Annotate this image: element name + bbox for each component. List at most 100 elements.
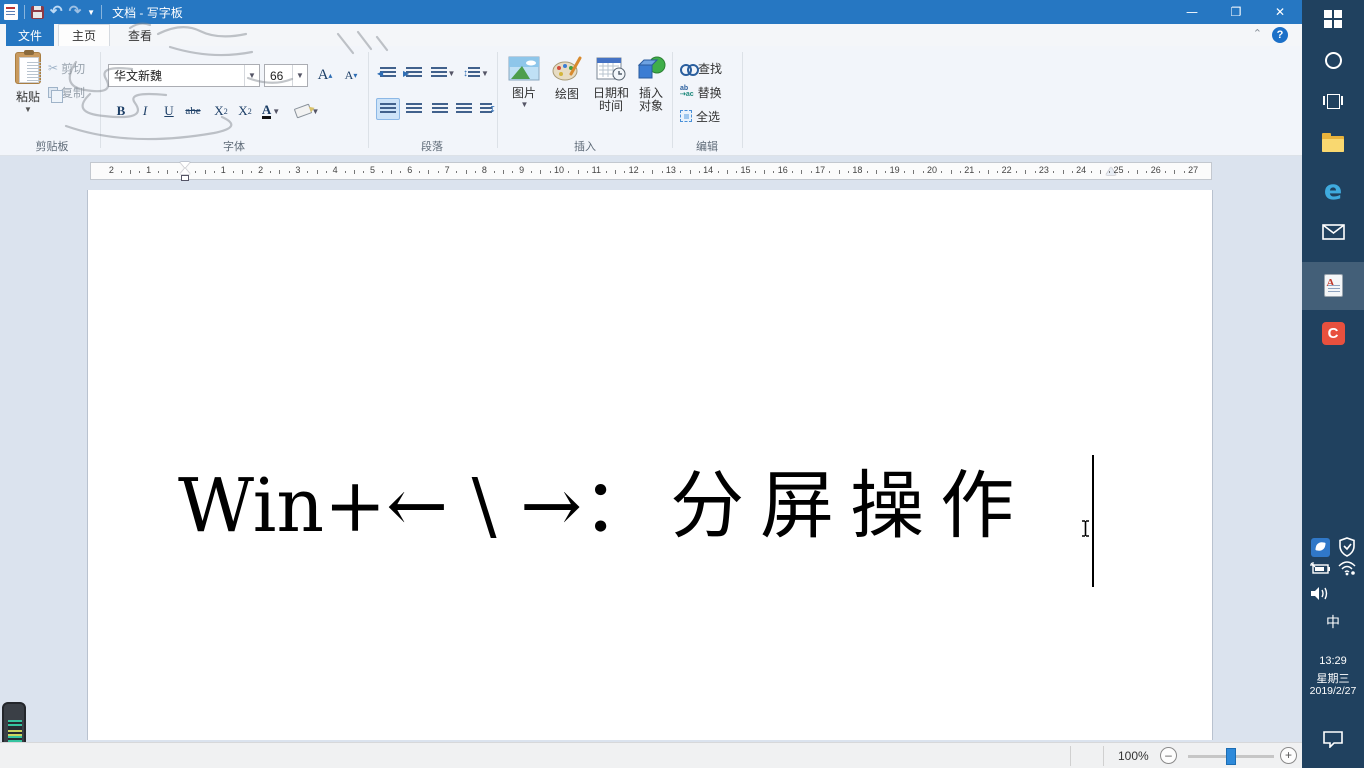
replace-icon: ab⇢ac (680, 86, 694, 98)
find-button[interactable]: 查找 (680, 58, 740, 78)
wifi-button[interactable] (1316, 560, 1364, 576)
wordpad-app-icon[interactable] (4, 4, 18, 20)
chevron-down-icon: ▼ (504, 100, 545, 109)
ruler-tick (167, 170, 168, 174)
tray-shield-button[interactable] (1316, 537, 1364, 557)
zoom-slider-thumb[interactable] (1226, 748, 1236, 765)
ruler-tick (988, 170, 989, 174)
ruler-tick (1063, 170, 1064, 174)
ime-label: 中 (1326, 612, 1340, 632)
ruler-tick (848, 171, 849, 173)
increase-indent-button[interactable]: ▶ (402, 62, 426, 84)
find-icon (680, 64, 694, 73)
ruler-number: 17 (815, 165, 825, 175)
superscript-button[interactable]: X2 (234, 100, 256, 122)
cortana-button[interactable] (1302, 52, 1364, 69)
tab-view[interactable]: 查看 (114, 24, 166, 46)
align-left-button[interactable] (376, 98, 400, 120)
edge-button[interactable]: e (1302, 178, 1364, 204)
tab-home[interactable]: 主页 (58, 24, 110, 46)
select-all-label: 全选 (696, 108, 720, 125)
wordpad-doc-icon (1302, 274, 1364, 297)
copy-label: 复制 (61, 84, 85, 101)
ruler-tick (1025, 170, 1026, 174)
chevron-down-icon[interactable]: ▼ (292, 65, 307, 86)
copy-button[interactable]: 复制 (48, 82, 98, 102)
ruler-number: 3 (295, 165, 300, 175)
ruler-number: 2 (109, 165, 114, 175)
separator (1070, 746, 1071, 766)
font-color-button[interactable]: A▼ (260, 100, 282, 122)
restore-button[interactable]: ❐ (1214, 0, 1258, 24)
underline-button[interactable]: U (158, 100, 180, 122)
save-icon[interactable] (31, 6, 44, 19)
paragraph-dialog-button[interactable]: ↧ (474, 98, 498, 120)
replace-button[interactable]: ab⇢ac 替换 (680, 82, 740, 102)
line-spacing-button[interactable]: ↕▼ (460, 62, 492, 84)
close-button[interactable]: ✕ (1258, 0, 1302, 24)
customize-toolbar-icon[interactable]: ▼ (87, 8, 95, 17)
ruler-tick (904, 171, 905, 173)
italic-button[interactable]: I (134, 100, 156, 122)
group-separator (100, 52, 101, 148)
ruler-number: 8 (482, 165, 487, 175)
zoom-in-button[interactable]: + (1280, 747, 1297, 764)
grow-font-button[interactable]: A▴ (314, 64, 336, 86)
collapse-ribbon-icon[interactable]: ⌃ (1253, 27, 1262, 40)
paste-button[interactable]: 粘贴 ▼ (6, 52, 50, 136)
ruler-tick (727, 170, 728, 174)
highlight-button[interactable]: ▼ (292, 100, 322, 122)
redo-icon[interactable]: ↷ (69, 5, 82, 19)
ruler-tick (578, 170, 579, 174)
ruler[interactable]: 2112345678910111213141516171819202122232… (90, 162, 1212, 180)
task-view-button[interactable] (1302, 94, 1364, 108)
insert-picture-button[interactable]: 图片 ▼ (503, 56, 545, 109)
font-size-combo[interactable]: 66 ▼ (264, 64, 308, 87)
mail-button[interactable] (1302, 224, 1364, 240)
wordpad-taskbar-button[interactable] (1302, 262, 1364, 310)
select-all-button[interactable]: 全选 (680, 106, 740, 126)
start-button[interactable] (1302, 10, 1364, 28)
insert-drawing-button[interactable]: 绘图 (549, 56, 585, 101)
file-explorer-button[interactable] (1302, 136, 1364, 152)
ruler-number: 6 (407, 165, 412, 175)
help-icon[interactable]: ? (1272, 27, 1288, 43)
ruler-number: 7 (445, 165, 450, 175)
clock-time[interactable]: 13:29 (1302, 655, 1364, 667)
align-right-button[interactable] (428, 98, 452, 120)
chevron-down-icon[interactable]: ▼ (244, 65, 259, 86)
align-center-button[interactable] (402, 98, 426, 120)
bold-button[interactable]: B (110, 100, 132, 122)
decrease-indent-button[interactable]: ◀ (376, 62, 400, 84)
paint-icon (551, 56, 583, 82)
justify-button[interactable] (452, 98, 476, 120)
bullets-button[interactable]: ▼ (428, 62, 458, 84)
cut-button[interactable]: ✂ 剪切 (48, 58, 98, 78)
document-page[interactable]: Win+← \ →：分屏操作 (88, 190, 1212, 740)
clock-day[interactable]: 星期三 (1302, 670, 1364, 686)
shrink-font-button[interactable]: A▾ (340, 64, 362, 86)
ime-indicator[interactable]: 中 (1302, 612, 1364, 632)
subscript-button[interactable]: X2 (210, 100, 232, 122)
undo-icon[interactable]: ↶ (50, 5, 63, 19)
ruler-tick (438, 171, 439, 173)
tab-file[interactable]: 文件 (6, 24, 54, 46)
indent-marker[interactable] (180, 162, 190, 181)
ruler-number: 1 (146, 165, 151, 175)
font-name-combo[interactable]: 华文新魏 ▼ (108, 64, 260, 87)
separator (1103, 746, 1104, 766)
volume-button[interactable] (1289, 586, 1351, 601)
strikethrough-button[interactable]: abe (182, 100, 204, 122)
action-center-button[interactable] (1302, 730, 1364, 748)
ruler-number: 15 (740, 165, 750, 175)
insert-object-button[interactable]: 插入对象 (634, 56, 668, 113)
camtasia-button[interactable]: C (1302, 322, 1364, 345)
scissors-icon: ✂ (48, 61, 58, 75)
minimize-button[interactable]: — (1170, 0, 1214, 24)
separator (24, 5, 25, 19)
ruler-tick (979, 171, 980, 173)
zoom-out-button[interactable]: – (1160, 747, 1177, 764)
clock-date[interactable]: 2019/2/27 (1302, 685, 1364, 697)
insert-datetime-button[interactable]: 日期和时间 (588, 56, 634, 113)
ruler-tick (736, 171, 737, 173)
